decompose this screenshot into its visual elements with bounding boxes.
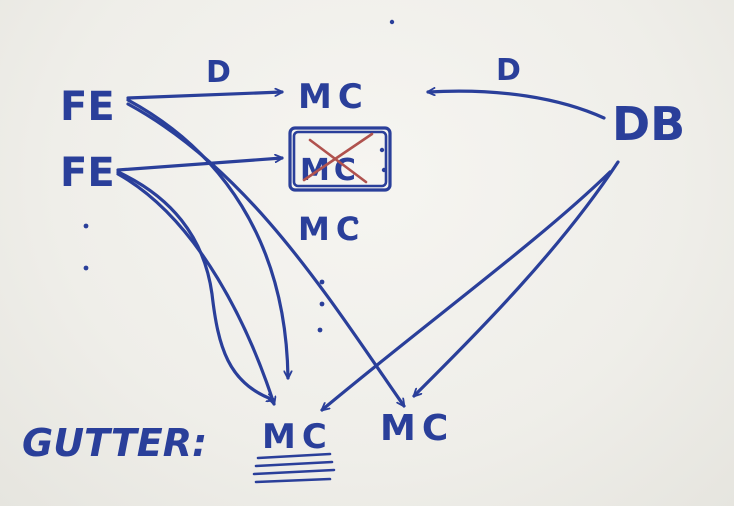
gutter-underline-2 [254, 460, 334, 468]
ellipsis-dot [83, 223, 89, 229]
diagram-canvas: FE FE MC MC MC DB GUTTER: MC MC D D [22, 19, 685, 484]
arrow-db-to-mc-right [412, 160, 620, 398]
mc-gutter-right-label: MC [380, 408, 454, 449]
ellipsis-dot [319, 279, 325, 285]
gutter-label: GUTTER: [22, 421, 207, 465]
ellipsis-dot [317, 327, 323, 333]
ellipsis-dot [83, 265, 89, 271]
fe-bottom-label: FE [60, 150, 115, 196]
ellipsis-dot [381, 167, 387, 173]
arrow-db-to-gutter-mc [320, 170, 612, 412]
arrow-fe-top-to-mc-top [126, 92, 282, 100]
gutter-underline-3 [252, 468, 336, 476]
arrow-fe-top-to-gutter-mc [126, 98, 288, 380]
gutter-underline-4 [254, 477, 332, 484]
mc-replacement-label: MC [298, 210, 365, 248]
mc-top-label: MC [298, 77, 369, 117]
arrow-fe-bottom-to-failed-mc [116, 158, 282, 172]
fe-top-label: FE [60, 84, 115, 130]
db-label: DB [612, 97, 685, 151]
whiteboard: FE FE MC MC MC DB GUTTER: MC MC D D [0, 0, 734, 506]
mc-gutter-left-label: MC [262, 417, 333, 457]
db-to-mc-edge-label: D [496, 53, 521, 88]
ellipsis-dot [319, 301, 325, 307]
fe-to-mc-edge-label: D [206, 55, 231, 90]
ellipsis-dot [353, 219, 359, 225]
arrow-db-to-mc-top [428, 91, 606, 120]
ellipsis-dot [379, 147, 385, 153]
arrow-fe-bottom-to-gutter-mc [116, 170, 274, 400]
arrow-fe-bottom-to-gutter-mc-2 [116, 172, 274, 404]
ellipsis-dot [389, 19, 395, 25]
